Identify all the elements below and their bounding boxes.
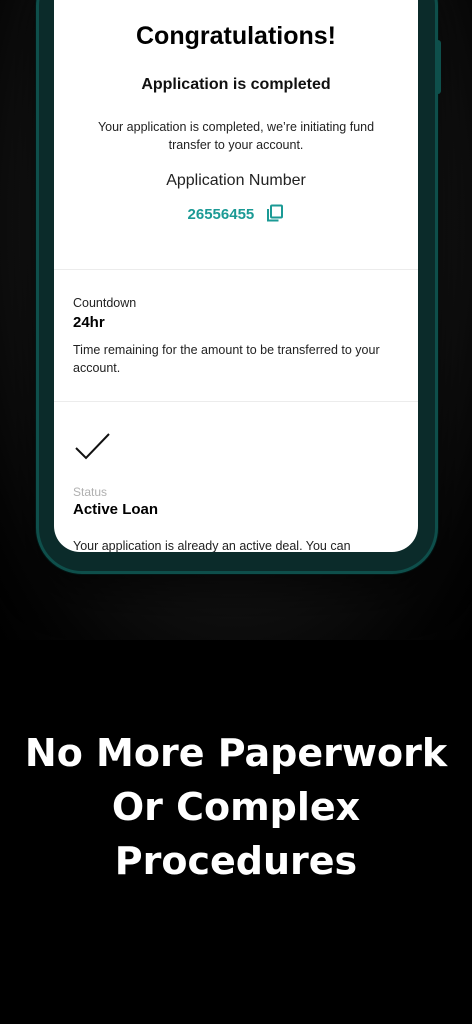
countdown-value: 24hr xyxy=(73,314,105,331)
countdown-label: Countdown xyxy=(73,296,137,310)
check-icon xyxy=(75,433,110,460)
countdown-description: Time remaining for the amount to be tran… xyxy=(73,343,380,375)
application-number-row: 26556455 xyxy=(54,204,418,223)
promo-line-1: No More Paperwork xyxy=(24,731,448,775)
application-status-subtitle: Application is completed xyxy=(141,76,331,93)
phone-side-button xyxy=(436,40,441,94)
section-divider xyxy=(54,401,418,402)
phone-screen: Congratulations! Application is complete… xyxy=(54,0,418,552)
status-description: Your application is already an active de… xyxy=(73,539,351,552)
copy-icon[interactable] xyxy=(266,204,284,222)
status-value: Active Loan xyxy=(73,501,159,518)
application-number-label: Application Number xyxy=(166,172,306,189)
promo-line-3: Procedures xyxy=(114,839,358,883)
promo-headline: No More Paperwork Or Complex Procedures xyxy=(0,726,472,888)
section-divider xyxy=(54,269,418,270)
status-label: Status xyxy=(73,485,108,499)
promo-line-2: Or Complex xyxy=(111,785,361,829)
completion-description: Your application is completed, we’re ini… xyxy=(97,120,375,152)
application-number-value: 26556455 xyxy=(187,206,255,223)
congratulations-title: Congratulations! xyxy=(136,22,336,50)
